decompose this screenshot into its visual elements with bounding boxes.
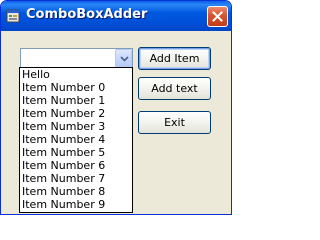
add-item-button[interactable]: Add Item (138, 47, 211, 70)
list-item[interactable]: Item Number 3 (22, 120, 105, 133)
close-icon (212, 11, 223, 22)
list-item[interactable]: Item Number 1 (22, 94, 105, 107)
list-item[interactable]: Item Number 7 (22, 172, 105, 185)
chevron-down-icon (120, 56, 129, 62)
window-title: ComboBoxAdder (26, 7, 148, 22)
list-item[interactable]: Item Number 2 (22, 107, 105, 120)
close-button[interactable] (207, 6, 228, 27)
list-item[interactable]: Item Number 5 (22, 146, 105, 159)
list-item[interactable]: Hello (22, 68, 50, 81)
combo-dropdown-button[interactable] (115, 49, 132, 68)
combo-box[interactable] (20, 48, 133, 69)
title-bar[interactable]: ComboBoxAdder (1, 1, 231, 31)
exit-button[interactable]: Exit (138, 111, 211, 134)
combo-dropdown-list[interactable]: Hello Item Number 0 Item Number 1 Item N… (19, 67, 133, 213)
list-item[interactable]: Item Number 4 (22, 133, 105, 146)
app-window-icon[interactable] (6, 9, 20, 23)
list-item[interactable]: Item Number 8 (22, 185, 105, 198)
list-item[interactable]: Item Number 6 (22, 159, 105, 172)
list-item[interactable]: Item Number 0 (22, 81, 105, 94)
list-item[interactable]: Item Number 9 (22, 198, 105, 211)
add-text-button[interactable]: Add text (138, 77, 211, 100)
